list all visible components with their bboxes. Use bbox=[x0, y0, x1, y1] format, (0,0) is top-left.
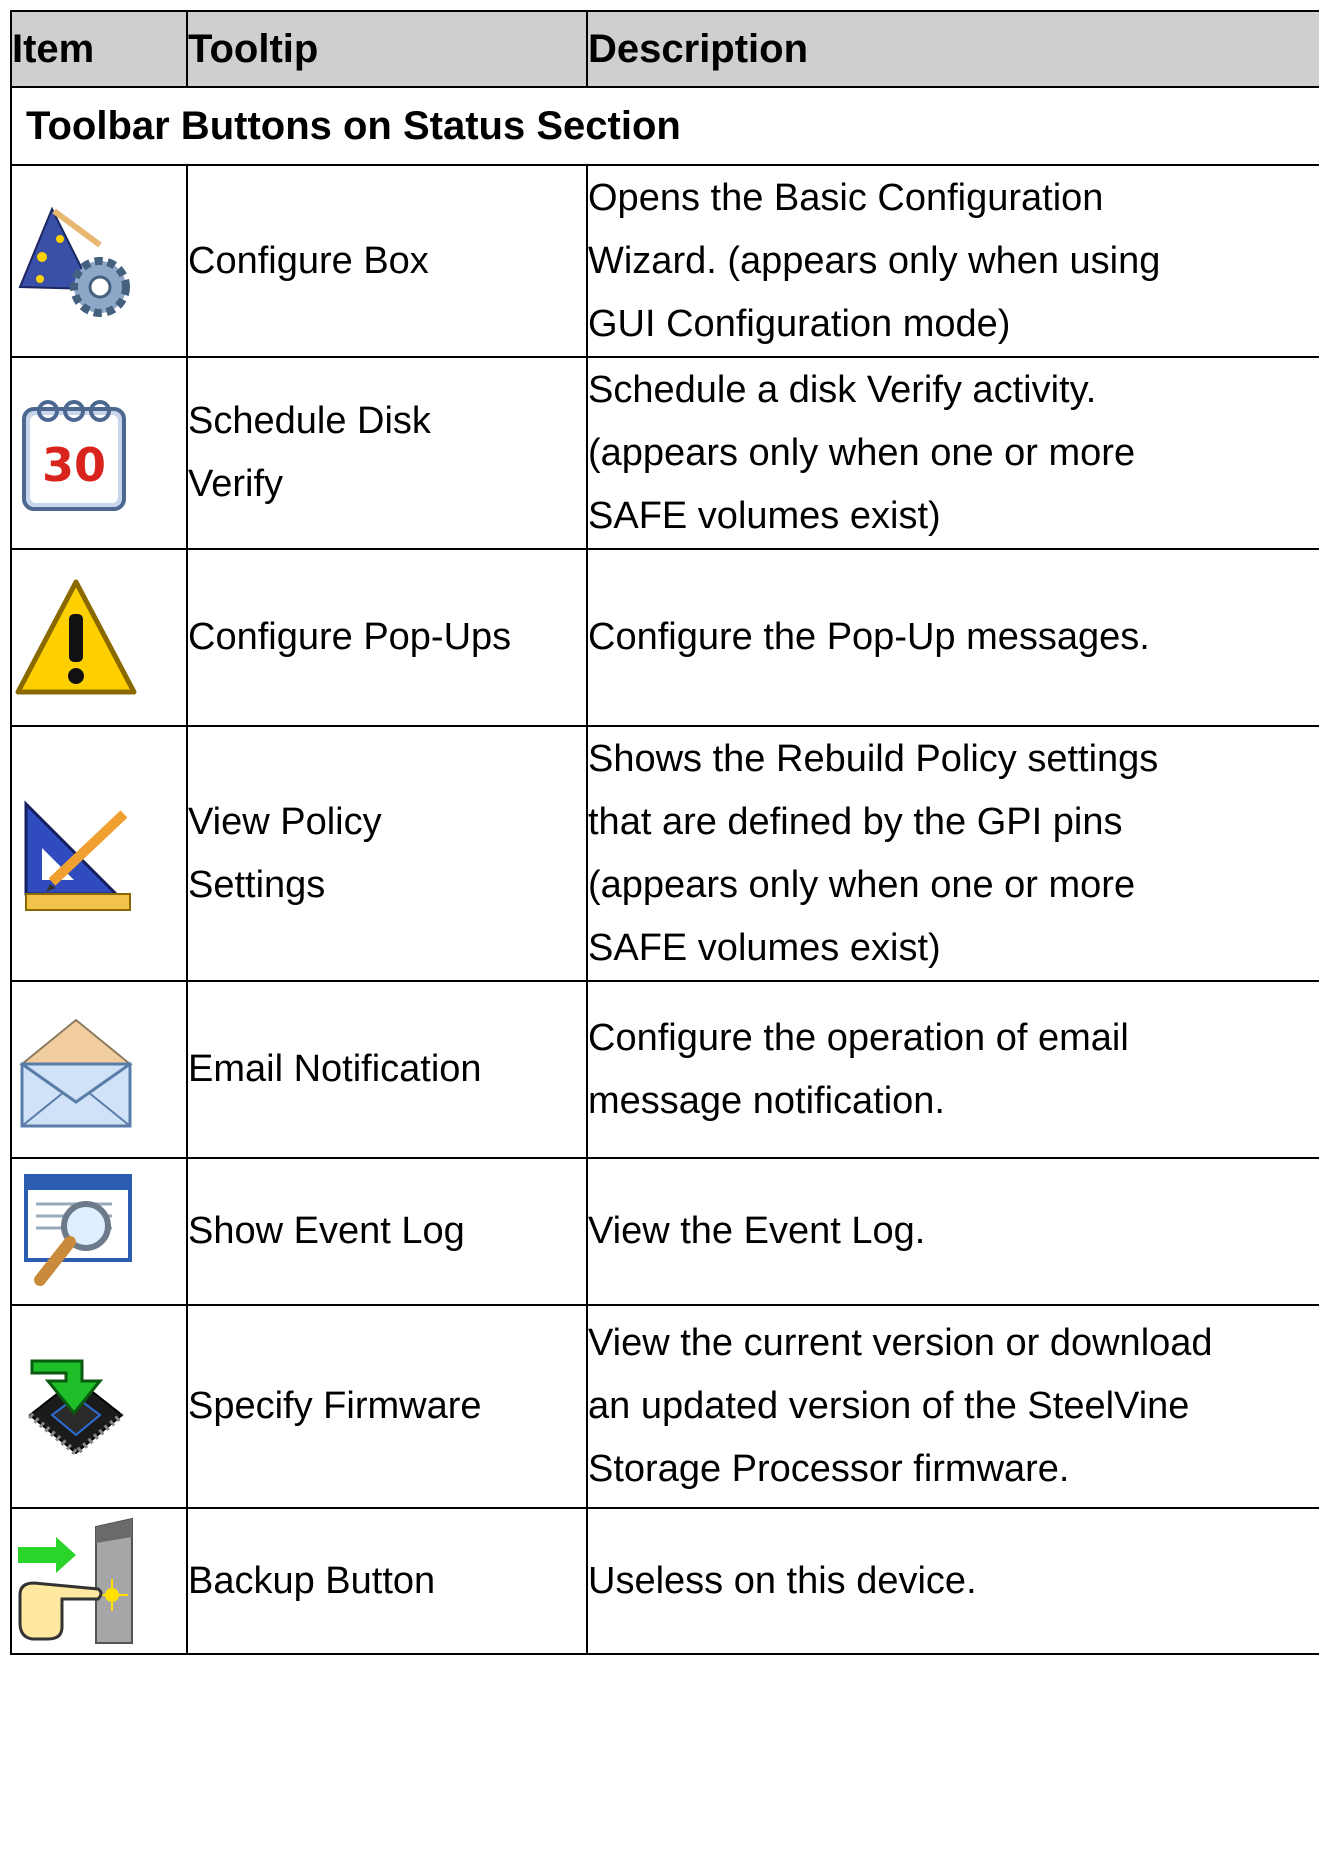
description-line: Configure the Pop-Up messages. bbox=[588, 616, 1150, 658]
calendar-icon: 30 bbox=[12, 389, 140, 517]
table-row: Email Notification Configure the operati… bbox=[10, 980, 1319, 1159]
description-line: Wizard. (appears only when using bbox=[588, 239, 1161, 282]
description-line: message notification. bbox=[588, 1079, 945, 1122]
table-row: Configure Box Opens the Basic Configurat… bbox=[10, 164, 1319, 358]
toolbar-buttons-table: Item Tooltip Description Toolbar Buttons… bbox=[10, 10, 1319, 1655]
description-line: Schedule a disk Verify activity. bbox=[588, 368, 1097, 411]
table-row: Specify Firmware View the current versio… bbox=[10, 1304, 1319, 1509]
description-line: Storage Processor firmware. bbox=[588, 1448, 1070, 1490]
tooltip-line: Verify bbox=[188, 463, 284, 505]
description-line: (appears only when one or more bbox=[588, 431, 1136, 474]
description-line: View the current version or download bbox=[588, 1322, 1213, 1364]
description-line: Useless on this device. bbox=[588, 1559, 977, 1602]
tooltip-text: Show Event Log bbox=[188, 1210, 465, 1252]
description-line: Configure the operation of email bbox=[588, 1016, 1129, 1059]
tooltip-text: Email Notification bbox=[188, 1048, 482, 1090]
description-line: Opens the Basic Configuration bbox=[588, 176, 1104, 219]
header-tooltip: Tooltip bbox=[186, 10, 588, 88]
description-line: GUI Configuration mode) bbox=[588, 302, 1011, 345]
description-line: (appears only when one or more bbox=[588, 863, 1136, 906]
header-description: Description bbox=[586, 10, 1319, 88]
section-title: Toolbar Buttons on Status Section bbox=[10, 86, 1319, 166]
section-row: Toolbar Buttons on Status Section bbox=[10, 86, 1319, 166]
description-line: SAFE volumes exist) bbox=[588, 926, 941, 969]
table-row: Show Event Log View the Event Log. bbox=[10, 1157, 1319, 1306]
description-line: that are defined by the GPI pins bbox=[588, 800, 1123, 843]
hand-press-button-icon bbox=[12, 1517, 140, 1645]
warning-icon bbox=[12, 574, 140, 702]
table-row: 30 Schedule Disk Verify Schedule a disk … bbox=[10, 356, 1319, 550]
description-line: View the Event Log. bbox=[588, 1210, 926, 1252]
open-envelope-icon bbox=[12, 1006, 140, 1134]
description-line: an updated version of the SteelVine bbox=[588, 1385, 1190, 1427]
tooltip-line: Settings bbox=[188, 863, 326, 906]
table-row: Backup Button Useless on this device. bbox=[10, 1507, 1319, 1655]
firmware-chip-arrow-icon bbox=[12, 1343, 140, 1471]
description-line: Shows the Rebuild Policy settings bbox=[588, 737, 1159, 780]
wizard-gear-icon bbox=[12, 197, 140, 325]
tooltip-text: Configure Pop-Ups bbox=[188, 616, 512, 658]
table-row: View Policy Settings Shows the Rebuild P… bbox=[10, 725, 1319, 982]
calendar-number: 30 bbox=[42, 438, 106, 492]
tooltip-text: Backup Button bbox=[188, 1559, 436, 1602]
tooltip-line: Schedule Disk bbox=[188, 400, 431, 442]
tooltip-text: Configure Box bbox=[188, 239, 429, 282]
table-row: Configure Pop-Ups Configure the Pop-Up m… bbox=[10, 548, 1319, 727]
tooltip-line: View Policy bbox=[188, 800, 382, 843]
header-item: Item bbox=[10, 10, 188, 88]
magnifier-window-icon bbox=[12, 1168, 140, 1296]
tooltip-text: Specify Firmware bbox=[188, 1385, 482, 1427]
description-line: SAFE volumes exist) bbox=[588, 494, 941, 537]
set-square-pencil-icon bbox=[12, 790, 140, 918]
header-row: Item Tooltip Description bbox=[10, 10, 1319, 88]
